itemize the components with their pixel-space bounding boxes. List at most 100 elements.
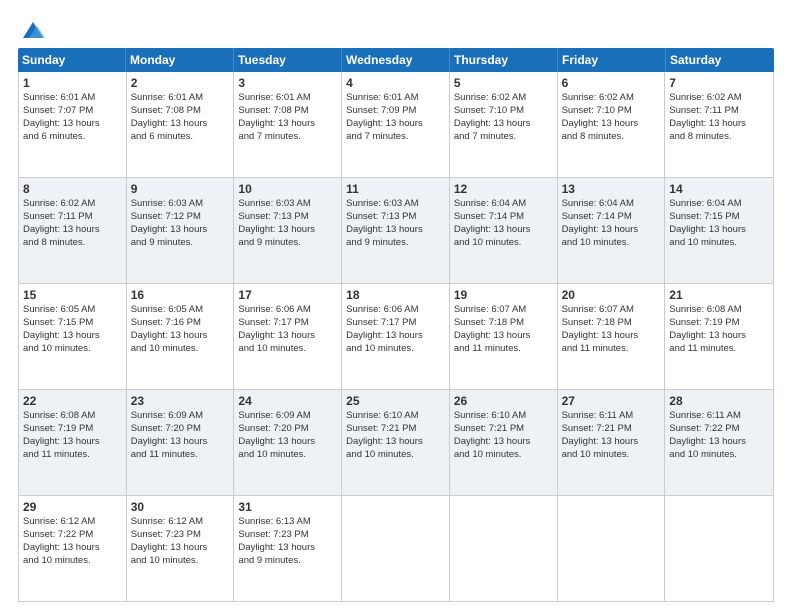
day-info: Daylight: 13 hours: [454, 330, 553, 343]
day-info: Sunrise: 6:05 AM: [23, 304, 122, 317]
day-info: Sunrise: 6:07 AM: [562, 304, 661, 317]
day-info: Sunrise: 6:08 AM: [669, 304, 769, 317]
day-info: Sunset: 7:14 PM: [454, 211, 553, 224]
day-info: Sunset: 7:18 PM: [562, 317, 661, 330]
day-info: Sunrise: 6:01 AM: [131, 92, 230, 105]
day-info: and 9 minutes.: [346, 237, 445, 250]
day-info: and 10 minutes.: [562, 237, 661, 250]
calendar-cell: 22Sunrise: 6:08 AMSunset: 7:19 PMDayligh…: [19, 390, 127, 495]
day-number: 22: [23, 393, 122, 409]
day-info: and 7 minutes.: [238, 131, 337, 144]
day-info: Sunset: 7:10 PM: [562, 105, 661, 118]
day-info: Daylight: 13 hours: [238, 224, 337, 237]
day-number: 11: [346, 181, 445, 197]
day-info: Sunset: 7:21 PM: [562, 423, 661, 436]
day-info: Sunset: 7:16 PM: [131, 317, 230, 330]
calendar-cell: 10Sunrise: 6:03 AMSunset: 7:13 PMDayligh…: [234, 178, 342, 283]
day-info: Daylight: 13 hours: [562, 224, 661, 237]
calendar-cell: 11Sunrise: 6:03 AMSunset: 7:13 PMDayligh…: [342, 178, 450, 283]
calendar-cell: [450, 496, 558, 601]
day-info: Sunset: 7:20 PM: [238, 423, 337, 436]
day-info: Sunrise: 6:09 AM: [131, 410, 230, 423]
cal-header-monday: Monday: [126, 48, 234, 72]
calendar-week-1: 1Sunrise: 6:01 AMSunset: 7:07 PMDaylight…: [19, 72, 773, 178]
day-number: 1: [23, 75, 122, 91]
day-info: Sunset: 7:10 PM: [454, 105, 553, 118]
day-info: and 10 minutes.: [131, 343, 230, 356]
calendar-cell: 16Sunrise: 6:05 AMSunset: 7:16 PMDayligh…: [127, 284, 235, 389]
day-info: Daylight: 13 hours: [562, 436, 661, 449]
calendar-cell: 27Sunrise: 6:11 AMSunset: 7:21 PMDayligh…: [558, 390, 666, 495]
calendar: SundayMondayTuesdayWednesdayThursdayFrid…: [18, 48, 774, 602]
day-info: Daylight: 13 hours: [669, 436, 769, 449]
calendar-body: 1Sunrise: 6:01 AMSunset: 7:07 PMDaylight…: [18, 72, 774, 602]
day-info: and 7 minutes.: [454, 131, 553, 144]
day-info: Sunset: 7:19 PM: [23, 423, 122, 436]
header: [18, 16, 774, 42]
day-number: 16: [131, 287, 230, 303]
day-info: Sunrise: 6:04 AM: [562, 198, 661, 211]
day-info: Daylight: 13 hours: [562, 118, 661, 131]
day-info: and 10 minutes.: [669, 237, 769, 250]
day-info: and 10 minutes.: [23, 343, 122, 356]
day-info: Daylight: 13 hours: [23, 436, 122, 449]
day-number: 23: [131, 393, 230, 409]
day-info: and 10 minutes.: [238, 343, 337, 356]
day-number: 24: [238, 393, 337, 409]
calendar-cell: 1Sunrise: 6:01 AMSunset: 7:07 PMDaylight…: [19, 72, 127, 177]
day-info: and 8 minutes.: [669, 131, 769, 144]
day-info: Daylight: 13 hours: [23, 542, 122, 555]
calendar-cell: 25Sunrise: 6:10 AMSunset: 7:21 PMDayligh…: [342, 390, 450, 495]
day-info: and 9 minutes.: [238, 555, 337, 568]
day-info: Sunrise: 6:01 AM: [346, 92, 445, 105]
calendar-week-5: 29Sunrise: 6:12 AMSunset: 7:22 PMDayligh…: [19, 496, 773, 601]
day-info: Sunset: 7:23 PM: [131, 529, 230, 542]
day-info: and 11 minutes.: [131, 449, 230, 462]
day-number: 10: [238, 181, 337, 197]
day-info: Sunrise: 6:01 AM: [23, 92, 122, 105]
day-number: 14: [669, 181, 769, 197]
calendar-cell: 23Sunrise: 6:09 AMSunset: 7:20 PMDayligh…: [127, 390, 235, 495]
day-info: Sunrise: 6:13 AM: [238, 516, 337, 529]
day-info: Sunrise: 6:03 AM: [346, 198, 445, 211]
calendar-header: SundayMondayTuesdayWednesdayThursdayFrid…: [18, 48, 774, 72]
day-info: Sunset: 7:11 PM: [669, 105, 769, 118]
day-info: Sunrise: 6:01 AM: [238, 92, 337, 105]
cal-header-thursday: Thursday: [450, 48, 558, 72]
day-info: Daylight: 13 hours: [454, 436, 553, 449]
day-number: 29: [23, 499, 122, 515]
calendar-cell: 26Sunrise: 6:10 AMSunset: 7:21 PMDayligh…: [450, 390, 558, 495]
day-info: and 10 minutes.: [454, 237, 553, 250]
day-info: Sunrise: 6:02 AM: [669, 92, 769, 105]
calendar-week-4: 22Sunrise: 6:08 AMSunset: 7:19 PMDayligh…: [19, 390, 773, 496]
day-info: Daylight: 13 hours: [238, 436, 337, 449]
calendar-cell: 18Sunrise: 6:06 AMSunset: 7:17 PMDayligh…: [342, 284, 450, 389]
day-number: 25: [346, 393, 445, 409]
day-info: Daylight: 13 hours: [23, 118, 122, 131]
day-info: Sunset: 7:12 PM: [131, 211, 230, 224]
day-info: Daylight: 13 hours: [669, 118, 769, 131]
calendar-week-3: 15Sunrise: 6:05 AMSunset: 7:15 PMDayligh…: [19, 284, 773, 390]
day-number: 3: [238, 75, 337, 91]
day-info: Sunrise: 6:12 AM: [131, 516, 230, 529]
day-number: 13: [562, 181, 661, 197]
day-info: Sunset: 7:22 PM: [669, 423, 769, 436]
calendar-cell: 2Sunrise: 6:01 AMSunset: 7:08 PMDaylight…: [127, 72, 235, 177]
day-number: 9: [131, 181, 230, 197]
day-info: Sunrise: 6:05 AM: [131, 304, 230, 317]
day-info: Sunrise: 6:11 AM: [562, 410, 661, 423]
day-number: 28: [669, 393, 769, 409]
day-info: and 10 minutes.: [454, 449, 553, 462]
calendar-cell: 30Sunrise: 6:12 AMSunset: 7:23 PMDayligh…: [127, 496, 235, 601]
day-info: and 10 minutes.: [23, 555, 122, 568]
day-info: Sunrise: 6:10 AM: [346, 410, 445, 423]
cal-header-friday: Friday: [558, 48, 666, 72]
day-info: Sunset: 7:15 PM: [23, 317, 122, 330]
calendar-cell: 8Sunrise: 6:02 AMSunset: 7:11 PMDaylight…: [19, 178, 127, 283]
day-info: Daylight: 13 hours: [23, 224, 122, 237]
calendar-cell: 13Sunrise: 6:04 AMSunset: 7:14 PMDayligh…: [558, 178, 666, 283]
day-info: Sunset: 7:18 PM: [454, 317, 553, 330]
calendar-cell: [558, 496, 666, 601]
day-info: Daylight: 13 hours: [669, 330, 769, 343]
day-info: and 9 minutes.: [131, 237, 230, 250]
